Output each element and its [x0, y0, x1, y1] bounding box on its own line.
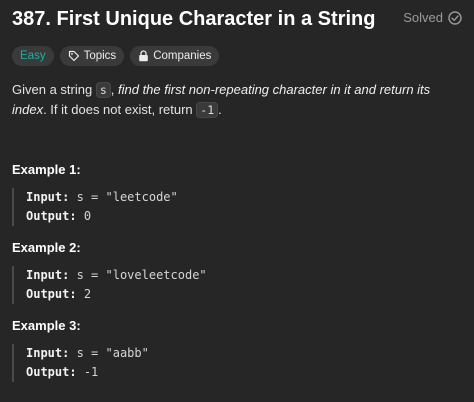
problem-header: 387. First Unique Character in a String … — [12, 6, 462, 36]
input-value: s = "aabb" — [76, 346, 149, 360]
difficulty-label: Easy — [20, 50, 46, 62]
output-value: 2 — [83, 287, 92, 301]
desc-text: , — [110, 82, 118, 97]
topics-button[interactable]: Topics — [59, 46, 125, 66]
example-input-line: Input: s = "aabb" — [26, 344, 466, 363]
difficulty-badge[interactable]: Easy — [12, 46, 54, 66]
solved-label: Solved — [403, 10, 443, 25]
example-output-line: Output: 2 — [26, 285, 466, 304]
output-label: Output: — [26, 365, 77, 379]
inline-code: -1 — [196, 102, 219, 118]
example-input-line: Input: s = "loveleetcode" — [26, 266, 466, 285]
input-value: s = "loveleetcode" — [76, 268, 207, 282]
problem-title: 387. First Unique Character in a String — [12, 8, 376, 30]
input-label: Input: — [26, 346, 70, 360]
tag-icon — [68, 50, 80, 62]
topics-label: Topics — [83, 50, 117, 62]
inline-code: s — [95, 82, 111, 98]
example-output-line: Output: -1 — [26, 363, 466, 382]
lock-icon — [138, 50, 149, 62]
example-output-line: Output: 0 — [26, 207, 466, 226]
example-input-line: Input: s = "leetcode" — [26, 188, 466, 207]
tag-row: Easy Topics Companies — [12, 46, 220, 66]
input-value: s = "leetcode" — [76, 190, 178, 204]
input-label: Input: — [26, 190, 70, 204]
example-2-block: Input: s = "loveleetcode" Output: 2 — [12, 266, 466, 304]
companies-button[interactable]: Companies — [130, 46, 220, 66]
solved-status: Solved — [403, 10, 462, 25]
desc-text: . If it does not exist, return — [43, 102, 197, 117]
companies-label: Companies — [153, 50, 212, 62]
example-3-title: Example 3: — [12, 318, 81, 333]
output-label: Output: — [26, 287, 77, 301]
output-value: 0 — [83, 209, 92, 223]
example-2-title: Example 2: — [12, 240, 81, 255]
output-label: Output: — [26, 209, 77, 223]
check-circle-icon — [448, 10, 462, 25]
input-label: Input: — [26, 268, 70, 282]
example-1-block: Input: s = "leetcode" Output: 0 — [12, 188, 466, 226]
example-3-block: Input: s = "aabb" Output: -1 — [12, 344, 466, 382]
problem-description: Given a string s, find the first non-rep… — [12, 80, 462, 120]
desc-text: . — [218, 102, 222, 117]
desc-text: Given a string — [12, 82, 96, 97]
example-1-title: Example 1: — [12, 162, 81, 177]
output-value: -1 — [83, 365, 99, 379]
